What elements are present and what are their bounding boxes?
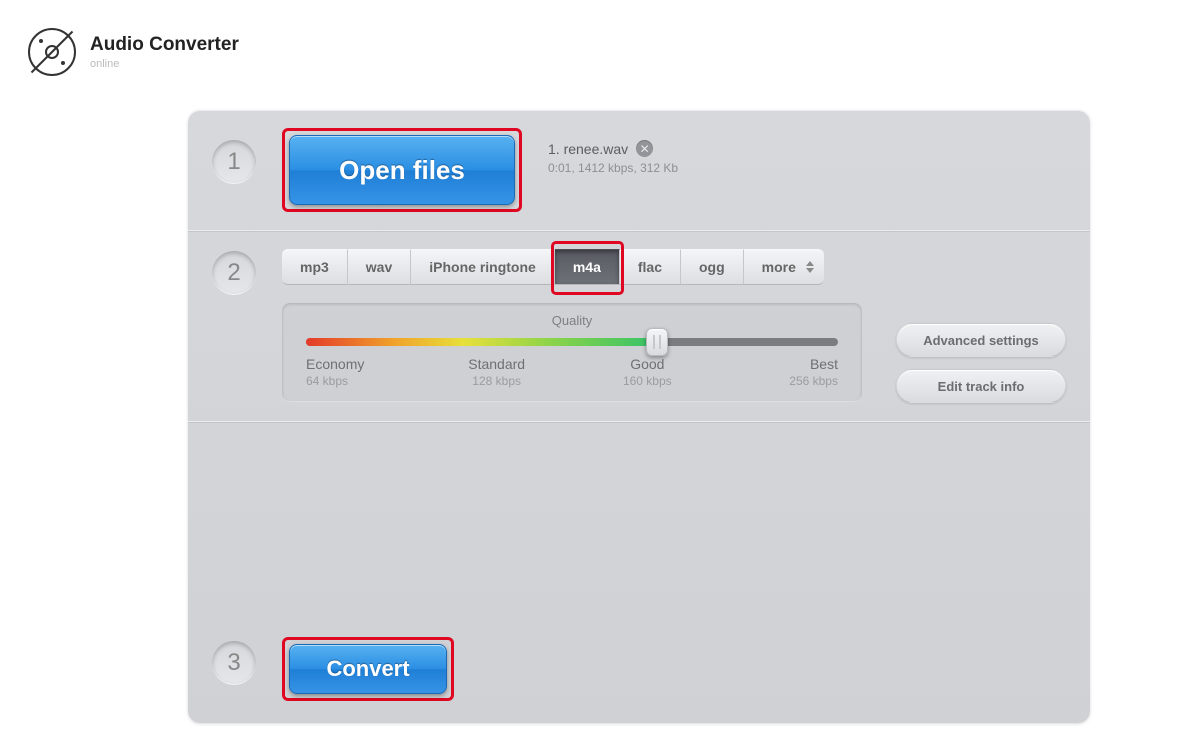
quality-panel: Quality Economy 64 kbps Standard 128 kbp…	[282, 303, 862, 402]
file-entry: 1. renee.wav ✕ 0:01, 1412 kbps, 312 Kb	[548, 140, 678, 175]
edit-track-info-button[interactable]: Edit track info	[896, 369, 1066, 403]
step-3-badge: 3	[212, 641, 256, 685]
tick-standard: Standard	[468, 356, 525, 372]
quality-slider[interactable]	[306, 338, 838, 346]
format-tabs: mp3 wav iPhone ringtone m4a flac ogg mor…	[282, 249, 878, 285]
format-mp3[interactable]: mp3	[282, 249, 348, 285]
tick-good-rate: 160 kbps	[607, 374, 687, 388]
app-title: Audio Converter	[90, 34, 239, 56]
format-wav[interactable]: wav	[348, 249, 411, 285]
remove-file-icon[interactable]: ✕	[636, 140, 653, 157]
convert-button[interactable]: Convert	[289, 644, 447, 694]
format-m4a[interactable]: m4a	[555, 249, 620, 285]
format-flac[interactable]: flac	[620, 249, 681, 285]
step-2-badge: 2	[212, 251, 256, 295]
step-1-row: 1 Open files 1. renee.wav ✕ 0:01, 1412 k…	[188, 110, 1090, 230]
step-1-badge: 1	[212, 140, 256, 184]
tick-good: Good	[630, 356, 664, 372]
format-more-dropdown[interactable]: more	[744, 249, 824, 285]
tick-best: Best	[810, 356, 838, 372]
tick-best-rate: 256 kbps	[758, 374, 838, 388]
main-panel: 1 Open files 1. renee.wav ✕ 0:01, 1412 k…	[188, 110, 1090, 723]
app-subtitle: online	[90, 58, 239, 70]
file-detail: 0:01, 1412 kbps, 312 Kb	[548, 161, 678, 175]
step-2-row: 2 mp3 wav iPhone ringtone m4a flac ogg m…	[188, 230, 1090, 421]
step-3-row: 3 Convert	[188, 617, 1090, 723]
tick-economy: Economy	[306, 356, 364, 372]
empty-area	[188, 421, 1090, 617]
tick-economy-rate: 64 kbps	[306, 374, 386, 388]
format-ogg[interactable]: ogg	[681, 249, 744, 285]
open-files-button[interactable]: Open files	[289, 135, 515, 205]
record-disc-icon	[28, 28, 76, 76]
tick-standard-rate: 128 kbps	[457, 374, 537, 388]
highlight-open-files: Open files	[282, 128, 522, 212]
quality-label: Quality	[306, 313, 838, 328]
app-header: Audio Converter online	[0, 0, 1193, 76]
updown-icon	[806, 261, 814, 273]
format-more-label: more	[762, 259, 796, 275]
format-iphone-ringtone[interactable]: iPhone ringtone	[411, 249, 555, 285]
file-name: 1. renee.wav	[548, 141, 628, 157]
slider-knob-icon[interactable]	[646, 328, 668, 356]
highlight-convert: Convert	[282, 637, 454, 701]
advanced-settings-button[interactable]: Advanced settings	[896, 323, 1066, 357]
